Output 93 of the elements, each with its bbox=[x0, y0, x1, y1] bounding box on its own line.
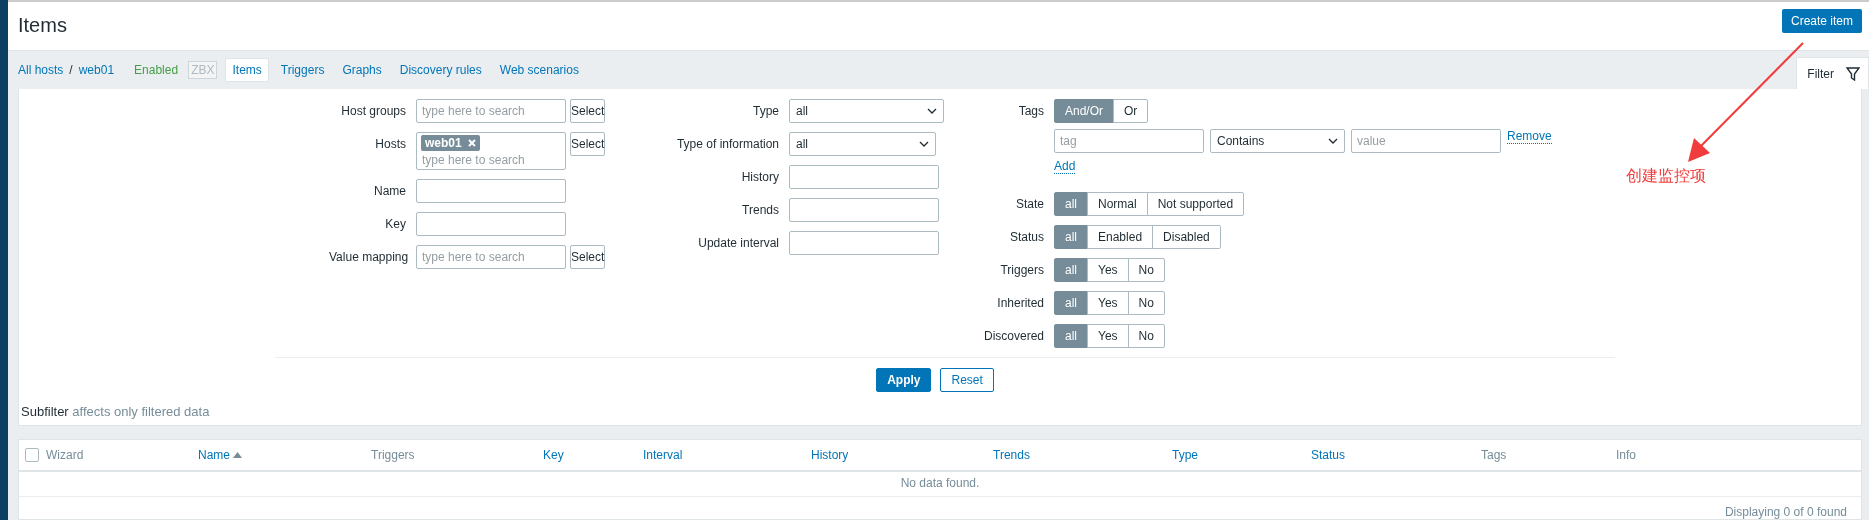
create-item-button[interactable]: Create item bbox=[1781, 8, 1862, 33]
breadcrumb-link[interactable]: All hosts bbox=[18, 62, 64, 77]
toggle-option[interactable]: Enabled bbox=[1087, 225, 1154, 250]
chevron-icon bbox=[919, 141, 929, 148]
field-label: Trends bbox=[741, 202, 779, 220]
toggle-option[interactable]: Yes bbox=[1087, 258, 1129, 283]
input-field[interactable]: type here to search bbox=[416, 99, 566, 124]
toggle-option[interactable]: Normal bbox=[1087, 192, 1148, 217]
select-all-checkbox[interactable] bbox=[25, 448, 39, 462]
tag-field[interactable]: tag bbox=[1054, 129, 1204, 154]
nav-tab[interactable]: Items bbox=[225, 57, 269, 82]
toggle-option[interactable]: all bbox=[1054, 291, 1088, 316]
column-header: Tags bbox=[1481, 448, 1507, 462]
toggle-option[interactable]: No bbox=[1127, 291, 1165, 316]
column-header-link[interactable]: History bbox=[811, 448, 849, 462]
field-label: State bbox=[1014, 196, 1044, 214]
funnel-icon bbox=[1846, 66, 1860, 81]
field-label: Type of information bbox=[675, 136, 779, 154]
value-field[interactable]: value bbox=[1351, 129, 1501, 154]
toggle-option[interactable]: Not supported bbox=[1146, 192, 1245, 217]
empty-message: No data found. bbox=[19, 472, 1861, 497]
filter-tab-label: Filter bbox=[1807, 66, 1834, 81]
select-value: Contains bbox=[1217, 134, 1265, 149]
field-label: Discovered bbox=[982, 328, 1044, 346]
column-header: Info bbox=[1616, 448, 1636, 462]
field-label: Tags bbox=[1017, 103, 1044, 121]
input-field[interactable]: type here to search bbox=[416, 245, 566, 270]
column-header-link[interactable]: Trends bbox=[993, 448, 1030, 462]
close-icon[interactable] bbox=[467, 139, 476, 148]
input-field[interactable] bbox=[789, 198, 939, 223]
operator-dropdown[interactable]: Contains bbox=[1210, 129, 1345, 154]
toggle-option[interactable]: Or bbox=[1113, 99, 1149, 124]
toggle-option[interactable]: all bbox=[1054, 225, 1088, 250]
annotation-label: 创建监控项 bbox=[1626, 166, 1706, 186]
field-label: Host groups bbox=[340, 103, 406, 121]
input-field[interactable] bbox=[416, 179, 566, 204]
availability-badge: ZBX bbox=[188, 60, 218, 79]
column-header-link[interactable]: Key bbox=[543, 448, 564, 462]
chevron-icon bbox=[1328, 138, 1338, 145]
column-header-link[interactable]: Name bbox=[198, 448, 242, 462]
field-label: Triggers bbox=[999, 262, 1044, 280]
select-value: all bbox=[796, 137, 808, 152]
input-field[interactable] bbox=[789, 165, 939, 190]
add-link[interactable]: Add bbox=[1054, 159, 1076, 175]
field-label: Update interval bbox=[697, 235, 779, 253]
field-label: Status bbox=[1008, 229, 1044, 247]
column-header-link[interactable]: Status bbox=[1311, 448, 1346, 462]
field-label: Key bbox=[384, 216, 406, 234]
breadcrumb-separator: / bbox=[69, 62, 73, 77]
column-header-link[interactable]: Type bbox=[1172, 448, 1198, 462]
select-dropdown[interactable]: all bbox=[789, 132, 936, 157]
toggle-option[interactable]: No bbox=[1127, 258, 1165, 283]
host-chip[interactable]: web01 bbox=[421, 135, 480, 152]
toggle-option[interactable]: all bbox=[1054, 192, 1088, 217]
nav-tab[interactable]: Triggers bbox=[274, 58, 331, 81]
toggle-option[interactable]: Disabled bbox=[1152, 225, 1221, 250]
toggle-option[interactable]: No bbox=[1127, 324, 1165, 349]
remove-link[interactable]: Remove bbox=[1507, 129, 1552, 145]
select-button[interactable]: Select bbox=[570, 132, 606, 157]
reset-button[interactable]: Reset bbox=[940, 368, 994, 393]
toggle-option[interactable]: And/Or bbox=[1054, 99, 1114, 124]
nav-tab[interactable]: Web scenarios bbox=[493, 58, 585, 81]
field-label: Hosts bbox=[374, 136, 406, 154]
nav-tab[interactable]: Graphs bbox=[336, 58, 388, 81]
toggle-option[interactable]: all bbox=[1054, 324, 1088, 349]
nav-tab[interactable]: Discovery rules bbox=[393, 58, 488, 81]
apply-button[interactable]: Apply bbox=[876, 368, 932, 393]
toggle-option[interactable]: all bbox=[1054, 258, 1088, 283]
field-label: History bbox=[740, 169, 779, 187]
input-field[interactable] bbox=[416, 212, 566, 237]
pagination-summary: Displaying 0 of 0 found bbox=[1723, 504, 1848, 519]
toggle-option[interactable]: Yes bbox=[1087, 324, 1129, 349]
column-header-link[interactable]: Interval bbox=[643, 448, 683, 462]
breadcrumb-link[interactable]: web01 bbox=[78, 62, 115, 77]
page-title: Items bbox=[18, 14, 67, 38]
subfilter-caption: Subfilter affects only filtered data bbox=[21, 404, 210, 419]
field-label: Name bbox=[373, 183, 406, 201]
multiselect-field[interactable]: web01 type here to search bbox=[416, 132, 566, 171]
field-label: Inherited bbox=[996, 295, 1044, 313]
select-value: all bbox=[796, 104, 808, 119]
column-header: Wizard bbox=[46, 448, 84, 462]
filter-tab[interactable]: Filter bbox=[1796, 57, 1869, 90]
toggle-option[interactable]: Yes bbox=[1087, 291, 1129, 316]
chevron-icon bbox=[927, 108, 937, 115]
select-dropdown[interactable]: all bbox=[789, 99, 944, 124]
input-field[interactable] bbox=[789, 231, 939, 256]
host-status: Enabled bbox=[134, 62, 179, 77]
field-label: Type bbox=[752, 103, 779, 121]
chip-label: web01 bbox=[425, 136, 462, 151]
select-button[interactable]: Select bbox=[570, 99, 606, 124]
select-button[interactable]: Select bbox=[570, 245, 606, 270]
column-header: Triggers bbox=[371, 448, 415, 462]
field-label: Value mapping bbox=[329, 249, 406, 267]
